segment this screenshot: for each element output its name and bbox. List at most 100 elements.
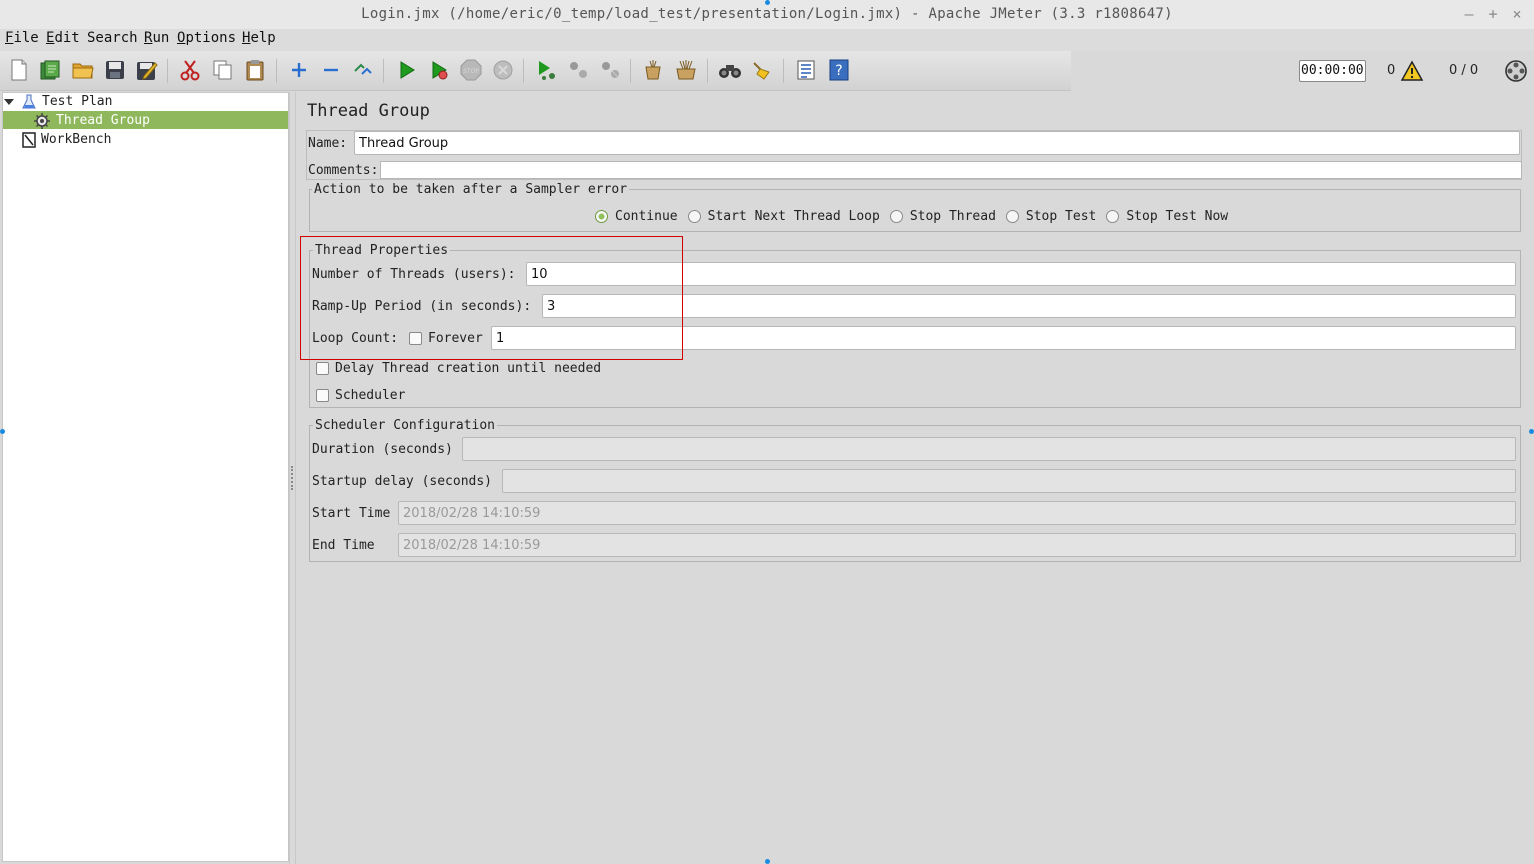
test-plan-icon — [22, 94, 36, 108]
radio-stop-thread-label[interactable]: Stop Thread — [910, 209, 996, 224]
toggle-icon[interactable] — [351, 58, 375, 82]
delay-thread-label[interactable]: Delay Thread creation until needed — [335, 361, 601, 376]
expand-triangle-icon[interactable] — [4, 97, 14, 107]
start-time-input[interactable] — [398, 501, 1516, 525]
toolbar-separator — [167, 59, 168, 83]
thread-group-gear-icon — [34, 112, 50, 129]
elapsed-timer: 00:00:00 — [1299, 60, 1366, 82]
radio-continue-label[interactable]: Continue — [615, 209, 678, 224]
svg-text:?: ? — [835, 63, 842, 79]
toolbar-separator — [783, 59, 784, 83]
toolbar-separator — [630, 59, 631, 83]
stop-icon[interactable]: STOP — [459, 58, 483, 82]
warning-count: 0 — [1387, 63, 1396, 78]
radio-continue[interactable] — [595, 210, 608, 223]
tree-node-test-plan[interactable]: Test Plan — [4, 92, 112, 111]
open-icon[interactable] — [71, 58, 95, 82]
menu-options[interactable]: Options — [177, 30, 236, 46]
startup-delay-label: Startup delay (seconds) — [312, 474, 493, 489]
tree-label-test-plan: Test Plan — [42, 94, 113, 109]
radio-stop-thread[interactable] — [889, 210, 903, 223]
delay-thread-checkbox[interactable] — [316, 362, 329, 375]
menu-file[interactable]: File — [5, 30, 39, 46]
clear-icon[interactable] — [641, 58, 665, 82]
collapse-all-icon[interactable] — [319, 58, 343, 82]
remote-stop-icon[interactable] — [566, 58, 590, 82]
running-status-icon — [1504, 59, 1528, 87]
name-input[interactable] — [354, 131, 1520, 155]
expand-all-icon[interactable] — [287, 58, 311, 82]
radio-start-next-loop[interactable] — [687, 210, 701, 223]
maximize-button[interactable]: + — [1484, 5, 1502, 23]
rampup-label: Ramp-Up Period (in seconds): — [312, 299, 532, 314]
save-as-icon[interactable] — [135, 58, 159, 82]
loop-count-input[interactable] — [491, 326, 1516, 350]
start-no-pauses-icon[interactable] — [427, 58, 451, 82]
duration-input[interactable] — [462, 437, 1516, 461]
toolbar-separator — [707, 59, 708, 83]
scheduler-label[interactable]: Scheduler — [335, 388, 405, 403]
rampup-input[interactable] — [542, 294, 1516, 318]
new-icon[interactable] — [7, 58, 31, 82]
comments-label: Comments: — [308, 163, 379, 178]
menu-edit[interactable]: Edit — [46, 30, 80, 46]
toolbar-separator — [383, 59, 384, 83]
name-label: Name: — [308, 136, 348, 151]
save-icon[interactable] — [103, 58, 127, 82]
menu-help[interactable]: Help — [242, 30, 276, 46]
shutdown-icon[interactable] — [491, 58, 515, 82]
forever-checkbox[interactable] — [409, 332, 422, 345]
end-time-label: End Time — [312, 538, 375, 553]
loop-count-label: Loop Count: — [312, 331, 399, 346]
panel-title: Thread Group — [307, 101, 430, 121]
resize-handle-left[interactable] — [0, 429, 5, 434]
splitter-grip[interactable] — [291, 466, 293, 490]
resize-handle-right[interactable] — [1529, 429, 1534, 434]
warning-icon[interactable] — [1400, 60, 1424, 86]
tree-node-workbench[interactable]: WorkBench — [21, 130, 111, 149]
active-threads-count: 0 / 0 — [1449, 63, 1479, 78]
radio-start-next-loop-label[interactable]: Start Next Thread Loop — [708, 209, 880, 224]
forever-label[interactable]: Forever — [428, 331, 483, 346]
start-time-label: Start Time — [312, 506, 391, 521]
tree-label-workbench: WorkBench — [41, 132, 112, 147]
cut-icon[interactable] — [178, 58, 202, 82]
scheduler-checkbox[interactable] — [316, 389, 329, 402]
menu-search[interactable]: Search — [87, 30, 138, 46]
sampler-error-legend: Action to be taken after a Sampler error — [312, 182, 630, 197]
close-button[interactable]: × — [1508, 5, 1526, 23]
duration-label: Duration (seconds) — [312, 442, 453, 457]
resize-handle-bottom[interactable] — [765, 859, 770, 864]
startup-delay-input[interactable] — [502, 469, 1516, 493]
comments-input[interactable] — [380, 161, 1522, 179]
resize-handle-top[interactable] — [765, 0, 770, 5]
scheduler-config-legend: Scheduler Configuration — [313, 418, 498, 433]
remote-start-icon[interactable] — [534, 58, 558, 82]
search-icon[interactable] — [718, 58, 742, 82]
radio-stop-test[interactable] — [1005, 210, 1019, 223]
tree-node-thread-group[interactable]: Thread Group — [34, 111, 150, 130]
threads-label: Number of Threads (users): — [312, 267, 516, 282]
radio-stop-test-now[interactable] — [1106, 210, 1120, 223]
reset-search-icon[interactable] — [750, 58, 774, 82]
svg-text:STOP: STOP — [463, 68, 479, 75]
clear-all-icon[interactable] — [674, 58, 698, 82]
toolbar-separator — [276, 59, 277, 83]
function-helper-icon[interactable] — [794, 58, 818, 82]
radio-stop-test-label[interactable]: Stop Test — [1026, 209, 1096, 224]
end-time-input[interactable] — [398, 533, 1516, 557]
menu-run[interactable]: Run — [144, 30, 169, 46]
start-icon[interactable] — [395, 58, 419, 82]
workbench-icon — [22, 131, 36, 148]
radio-stop-test-now-label[interactable]: Stop Test Now — [1126, 209, 1228, 224]
minimize-button[interactable]: – — [1460, 5, 1478, 23]
paste-icon[interactable] — [243, 58, 267, 82]
thread-properties-legend: Thread Properties — [313, 243, 451, 258]
templates-icon[interactable] — [38, 58, 62, 82]
tree-label-thread-group: Thread Group — [56, 113, 150, 128]
copy-icon[interactable] — [211, 58, 235, 82]
threads-input[interactable] — [526, 262, 1516, 286]
remote-shutdown-icon[interactable] — [598, 58, 622, 82]
help-icon[interactable]: ? — [827, 58, 851, 82]
test-plan-tree[interactable] — [2, 92, 289, 862]
